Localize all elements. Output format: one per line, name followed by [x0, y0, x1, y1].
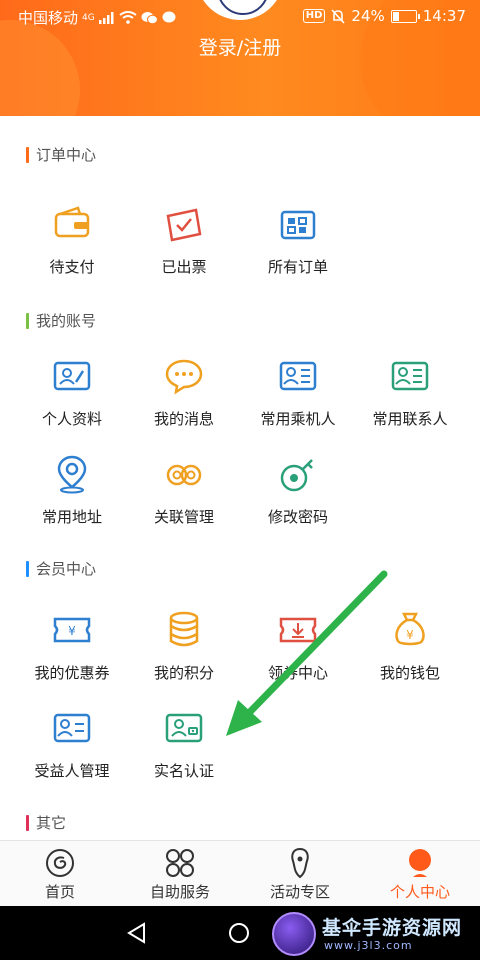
wechat-icon — [141, 11, 158, 24]
profile-card-icon — [53, 361, 91, 391]
carrier-label: 中国移动 — [18, 9, 79, 27]
watermark-url: www.j3l3.com — [324, 939, 413, 952]
link-icon — [166, 464, 202, 486]
clock: 14:37 — [422, 7, 466, 25]
contact-card-icon — [391, 361, 429, 391]
tab-profile[interactable]: 个人中心 — [360, 841, 480, 907]
mute-bell-icon — [331, 8, 346, 24]
tab-label: 个人中心 — [389, 883, 450, 901]
menu-item-label: 我的优惠券 — [34, 664, 110, 682]
menu-item-label: 受益人管理 — [34, 762, 110, 780]
menu-item-pending-payment[interactable]: 待支付 — [14, 204, 130, 294]
section-title-other: 其它 — [26, 814, 66, 832]
svg-text:¥: ¥ — [68, 624, 76, 638]
section-title-text: 我的账号 — [36, 312, 97, 330]
menu-item-label: 我的积分 — [153, 664, 214, 682]
network-label: 4G — [82, 12, 95, 23]
wallet-icon — [54, 206, 90, 238]
profile-menu: 订单中心 待支付 已出票 所有订单 我的账号 个人资料 我的消息 常用乘机人 常… — [0, 116, 480, 840]
menu-item-label: 实名认证 — [153, 762, 214, 780]
tab-label: 活动专区 — [269, 883, 330, 901]
home-icon — [46, 849, 74, 877]
menu-item-label: 常用乘机人 — [260, 410, 336, 428]
chat-bubble-icon — [162, 11, 176, 23]
all-orders-icon — [280, 210, 316, 240]
section-marker — [26, 147, 29, 163]
profile-header: 中国移动 4G HD 24% 14:37 登录/注册 — [0, 0, 480, 116]
watermark-title: 基伞手游资源网 — [322, 917, 463, 939]
menu-item-label: 已出票 — [161, 258, 207, 276]
menu-item-label: 领券中心 — [267, 664, 328, 682]
menu-item-label: 关联管理 — [153, 508, 214, 526]
id-verify-icon — [165, 713, 203, 743]
coupon-icon: ¥ — [53, 617, 91, 643]
back-icon[interactable] — [126, 922, 148, 944]
tab-home[interactable]: 首页 — [0, 841, 120, 907]
menu-item-label: 我的消息 — [153, 410, 214, 428]
section-marker — [26, 313, 29, 329]
menu-item-label: 常用地址 — [41, 508, 102, 526]
coupon-download-icon — [279, 617, 317, 643]
menu-item-real-name-verification[interactable]: 实名认证 — [126, 708, 242, 798]
menu-item-label: 所有订单 — [267, 258, 328, 276]
menu-item-coupons[interactable]: ¥ 我的优惠券 — [14, 610, 130, 700]
message-icon — [165, 359, 203, 395]
watermark-logo-icon — [272, 912, 316, 956]
tab-label: 首页 — [44, 883, 75, 901]
section-title-member: 会员中心 — [26, 560, 96, 578]
wifi-icon — [119, 11, 137, 24]
login-register-link[interactable]: 登录/注册 — [0, 33, 480, 60]
key-icon — [280, 459, 313, 492]
menu-item-label: 待支付 — [49, 258, 95, 276]
section-marker — [26, 815, 29, 831]
section-title-account: 我的账号 — [26, 312, 96, 330]
section-title-orders: 订单中心 — [26, 146, 96, 164]
battery-icon — [390, 9, 420, 23]
svg-text:¥: ¥ — [406, 628, 414, 642]
system-navigation-bar: 基伞手游资源网 www.j3l3.com — [0, 906, 480, 960]
watermark: 基伞手游资源网 www.j3l3.com — [272, 912, 476, 956]
menu-item-label: 我的钱包 — [379, 664, 440, 682]
tab-label: 自助服务 — [149, 883, 210, 901]
menu-item-frequent-passengers[interactable]: 常用乘机人 — [240, 356, 356, 446]
section-title-text: 订单中心 — [36, 146, 97, 164]
home-circle-icon[interactable] — [228, 922, 250, 944]
menu-item-label: 修改密码 — [267, 508, 328, 526]
menu-item-profile[interactable]: 个人资料 — [14, 356, 130, 446]
menu-item-linked-accounts[interactable]: 关联管理 — [126, 454, 242, 544]
menu-item-points[interactable]: 我的积分 — [126, 610, 242, 700]
menu-item-wallet[interactable]: ¥ 我的钱包 — [352, 610, 468, 700]
tab-self-service[interactable]: 自助服务 — [120, 841, 240, 907]
profile-icon — [409, 849, 431, 877]
section-title-text: 其它 — [36, 814, 67, 832]
passenger-card-icon — [279, 361, 317, 391]
menu-item-label: 个人资料 — [41, 410, 102, 428]
section-marker — [26, 561, 29, 577]
menu-item-beneficiaries[interactable]: 受益人管理 — [14, 708, 130, 798]
menu-item-coupon-center[interactable]: 领券中心 — [240, 610, 356, 700]
menu-item-addresses[interactable]: 常用地址 — [14, 454, 130, 544]
menu-item-label: 常用联系人 — [372, 410, 448, 428]
location-pin-icon — [57, 455, 87, 494]
self-service-icon — [166, 849, 194, 877]
battery-percent: 24% — [351, 7, 385, 25]
section-title-text: 会员中心 — [36, 560, 97, 578]
tab-activity[interactable]: 活动专区 — [240, 841, 360, 907]
hd-badge: HD — [302, 9, 326, 23]
bottom-navigation: 首页 自助服务 活动专区 个人中心 — [0, 840, 480, 906]
menu-item-all-orders[interactable]: 所有订单 — [240, 204, 356, 294]
ticket-issued-icon — [166, 208, 202, 242]
menu-item-frequent-contacts[interactable]: 常用联系人 — [352, 356, 468, 446]
activity-icon — [291, 847, 309, 879]
menu-item-ticket-issued[interactable]: 已出票 — [126, 204, 242, 294]
points-coins-icon — [169, 611, 199, 647]
beneficiary-card-icon — [53, 713, 91, 743]
menu-item-messages[interactable]: 我的消息 — [126, 356, 242, 446]
signal-icon — [98, 11, 114, 24]
avatar-face-icon — [217, 0, 269, 15]
menu-item-change-password[interactable]: 修改密码 — [240, 454, 356, 544]
money-bag-icon: ¥ — [395, 612, 425, 646]
